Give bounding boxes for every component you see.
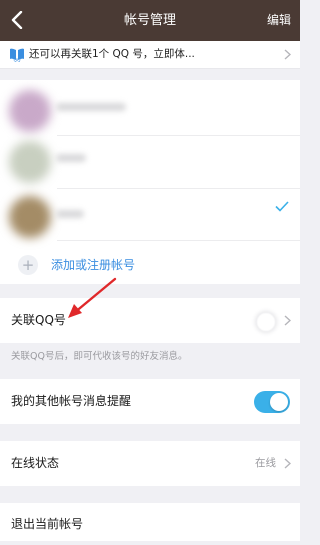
notify-toggle[interactable] (254, 391, 290, 413)
avatar (9, 141, 51, 183)
avatar (9, 196, 51, 238)
account-row[interactable] (0, 85, 300, 137)
link-qq-label: 关联QQ号 (11, 313, 66, 327)
svg-text:QQ: QQ (13, 58, 21, 63)
chevron-right-icon (284, 49, 291, 60)
link-qq-cell[interactable]: 关联QQ号 (0, 298, 300, 343)
link-qq-hint: 关联QQ号后，即可代收该号的好友消息。 (11, 351, 188, 362)
divider (57, 240, 300, 241)
qq-icon: QQ (10, 48, 24, 63)
checkmark-icon (275, 201, 289, 212)
banner-text: 还可以再关联1个 QQ 号，立即体... (29, 48, 195, 60)
chevron-right-icon (284, 315, 291, 326)
toggle-knob (270, 393, 288, 411)
plus-icon: + (18, 255, 38, 275)
edit-button[interactable]: 编辑 (267, 0, 291, 41)
account-list: + 添加或注册帐号 (0, 80, 300, 284)
account-row[interactable] (0, 136, 300, 188)
link-qq-banner[interactable]: QQ 还可以再关联1个 QQ 号，立即体... (0, 41, 300, 69)
online-status-value: 在线 (255, 457, 276, 469)
top-bar: 帐号管理 编辑 (0, 0, 300, 41)
chevron-right-icon (284, 458, 291, 469)
account-row[interactable] (0, 188, 300, 240)
online-status-label: 在线状态 (11, 456, 60, 470)
logout-label: 退出当前帐号 (11, 517, 84, 531)
logout-cell[interactable]: 退出当前帐号 (0, 503, 300, 541)
annotation-arrow-icon (68, 277, 117, 318)
add-account-button[interactable]: + 添加或注册帐号 (0, 247, 300, 283)
avatar (257, 313, 275, 331)
other-accounts-notify-label: 我的其他帐号消息提醒 (11, 394, 132, 408)
online-status-cell[interactable]: 在线状态 在线 (0, 441, 300, 486)
page-title: 帐号管理 (123, 13, 176, 28)
avatar (9, 90, 51, 132)
